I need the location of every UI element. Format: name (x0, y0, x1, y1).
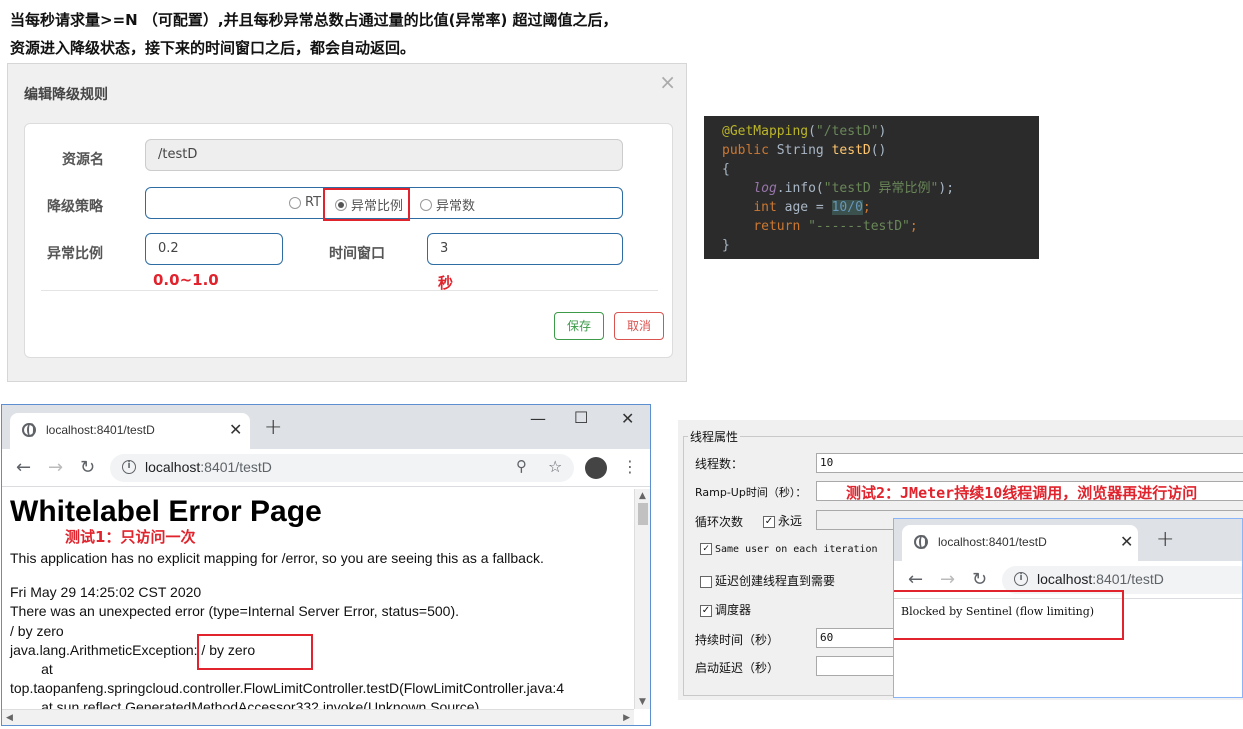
scroll-left-icon[interactable]: ◀ (6, 713, 13, 723)
exception-ratio-input[interactable]: 0.2 (145, 233, 283, 265)
code-line-5: int age = 10/0; (753, 200, 871, 215)
radio-rt-dot (289, 196, 301, 209)
forward-icon[interactable]: → (48, 457, 63, 478)
url-text: localhost:8401/testD (145, 459, 272, 475)
group-title: 线程属性 (688, 428, 741, 445)
info-icon[interactable]: i (1014, 572, 1028, 586)
info-icon[interactable]: i (122, 460, 136, 474)
ratio-range-note: 0.0~1.0 (153, 271, 219, 289)
check-icon: ✓ (763, 515, 775, 528)
tab-close-icon[interactable]: ✕ (229, 420, 242, 439)
vertical-scrollbar[interactable]: ▲ ▼ (634, 489, 650, 709)
window-label: 时间窗口 (329, 246, 385, 262)
zoom-icon[interactable]: ⚲ (516, 457, 527, 475)
browser-window-blocked: localhost:8401/testD ✕ + ← → ↻ i localho… (893, 518, 1243, 698)
test1-note: 测试1：只访问一次 (65, 528, 196, 546)
maximize-icon[interactable]: ☐ (574, 408, 588, 427)
edit-degrade-rule-dialog: 编辑降级规则 × 资源名 /testD 降级策略 RT 异常比例 异常数 异常比… (7, 63, 687, 382)
scroll-thumb[interactable] (638, 503, 648, 525)
reload-icon[interactable]: ↻ (80, 457, 95, 478)
code-line-1: @GetMapping("/testD") (722, 124, 887, 139)
save-button[interactable]: 保存 (554, 312, 604, 340)
resource-label: 资源名 (62, 152, 104, 168)
time-window-input[interactable]: 3 (427, 233, 623, 265)
test2-note: 测试2：JMeter持续10线程调用，浏览器再进行访问 (846, 484, 1198, 502)
same-user-checkbox[interactable]: ✓ Same user on each iteration (700, 543, 878, 555)
back-icon[interactable]: ← (908, 569, 923, 590)
new-tab-icon[interactable]: + (264, 415, 282, 440)
browser-window-error: localhost:8401/testD ✕ + — ☐ ✕ ← → ↻ i l… (1, 404, 651, 726)
error-line: / by zero (10, 623, 64, 639)
scroll-right-icon[interactable]: ▶ (623, 713, 630, 723)
strategy-label: 降级策略 (47, 199, 103, 215)
radio-rt[interactable]: RT (289, 195, 321, 210)
tab-bar: localhost:8401/testD ✕ + — ☐ ✕ (2, 405, 650, 449)
minimize-icon[interactable]: — (530, 409, 546, 428)
ratio-label: 异常比例 (47, 246, 103, 262)
back-icon[interactable]: ← (16, 457, 31, 478)
radio-exception-count-dot (420, 198, 432, 211)
error-line: There was an unexpected error (type=Inte… (10, 603, 460, 619)
new-tab-icon[interactable]: + (1156, 527, 1174, 552)
form-divider (41, 290, 658, 291)
browser-toolbar: ← → ↻ i localhost:8401/testD ⚲ ☆ ⋮ (2, 449, 650, 487)
check-icon: ✓ (700, 604, 712, 617)
error-line: at (10, 661, 53, 677)
scroll-up-icon[interactable]: ▲ (639, 491, 646, 501)
threads-label: 线程数： (695, 457, 744, 471)
code-line-4: log.info("testD 异常比例"); (753, 181, 955, 196)
code-line-2: public String testD() (722, 143, 887, 158)
forever-checkbox[interactable]: ✓ 永远 (763, 512, 802, 529)
menu-kebab-icon[interactable]: ⋮ (622, 457, 638, 476)
radio-exception-count[interactable]: 异常数 (420, 195, 475, 214)
url-text: localhost:8401/testD (1037, 571, 1164, 587)
loop-label: 循环次数 (695, 515, 744, 529)
description-line-2: 资源进入降级状态，接下来的时间窗口之后，都会自动返回。 (10, 39, 416, 57)
duration-label: 持续时间（秒） (695, 633, 780, 647)
cancel-button[interactable]: 取消 (614, 312, 664, 340)
code-line-3: { (722, 162, 730, 177)
code-line-7: } (722, 238, 730, 253)
close-icon[interactable]: × (659, 70, 676, 94)
startup-delay-label: 启动延迟（秒） (695, 661, 780, 675)
tab-close-icon[interactable]: ✕ (1120, 532, 1133, 551)
tab-title: localhost:8401/testD (46, 423, 155, 437)
checkbox-empty-icon (700, 575, 712, 588)
highlight-box-blocked (894, 590, 1124, 640)
error-page-title: Whitelabel Error Page (10, 495, 322, 528)
description-text: 当每秒请求量>=N （可配置）,并且每秒异常总数占通过量的比值(异常率) 超过阈… (10, 6, 670, 62)
radio-rt-label: RT (305, 195, 322, 210)
resource-name-input[interactable]: /testD (145, 139, 623, 171)
radio-exception-count-label: 异常数 (436, 199, 476, 214)
delay-create-checkbox[interactable]: 延迟创建线程直到需要 (700, 572, 835, 589)
scroll-down-icon[interactable]: ▼ (639, 697, 646, 707)
close-window-icon[interactable]: ✕ (621, 409, 634, 428)
bookmark-star-icon[interactable]: ☆ (548, 457, 562, 476)
error-line: top.taopanfeng.springcloud.controller.Fl… (10, 680, 565, 696)
code-line-6: return "------testD"; (753, 219, 918, 234)
check-icon: ✓ (700, 543, 712, 555)
tab-title: localhost:8401/testD (938, 535, 1047, 549)
highlight-box-exception (197, 634, 313, 670)
tab-bar: localhost:8401/testD ✕ + (894, 519, 1242, 561)
browser-tab[interactable]: localhost:8401/testD ✕ (10, 413, 250, 449)
avatar[interactable] (585, 457, 607, 479)
browser-tab[interactable]: localhost:8401/testD ✕ (902, 525, 1138, 561)
threads-input[interactable]: 10 (816, 453, 1243, 473)
description-line-1: 当每秒请求量>=N （可配置）,并且每秒异常总数占通过量的比值(异常率) 超过阈… (10, 11, 618, 29)
address-bar[interactable]: i localhost:8401/testD ⚲ ☆ (110, 454, 574, 482)
error-line: Fri May 29 14:25:02 CST 2020 (10, 584, 202, 600)
error-line: This application has no explicit mapping… (10, 550, 544, 566)
dialog-title: 编辑降级规则 (24, 87, 108, 103)
rampup-label: Ramp-Up时间（秒）： (695, 486, 807, 499)
globe-icon (22, 423, 36, 437)
horizontal-scrollbar[interactable]: ◀ ▶ (2, 709, 634, 725)
forward-icon[interactable]: → (940, 569, 955, 590)
rule-form: 资源名 /testD 降级策略 RT 异常比例 异常数 异常比例 0.2 时间窗… (24, 123, 673, 358)
code-snippet: @GetMapping("/testD") public String testD… (704, 116, 1039, 259)
scheduler-checkbox[interactable]: ✓ 调度器 (700, 601, 751, 618)
globe-icon (914, 535, 928, 549)
reload-icon[interactable]: ↻ (972, 569, 987, 590)
highlight-box-strategy (323, 188, 410, 221)
